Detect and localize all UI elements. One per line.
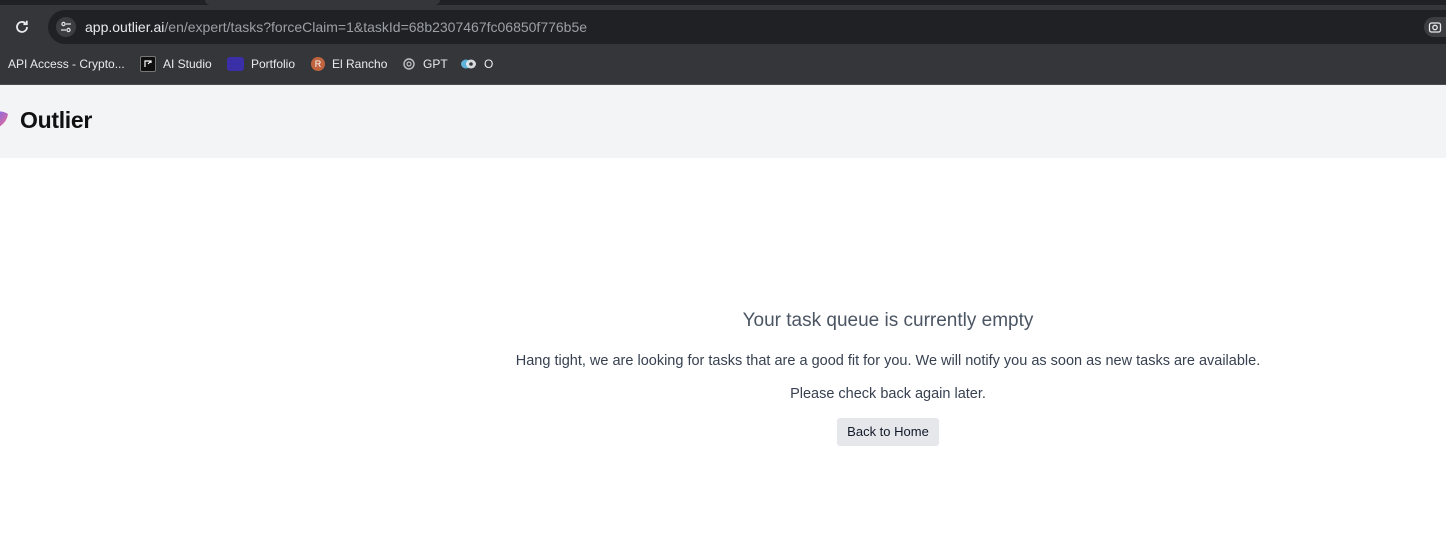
app-header (0, 85, 1446, 158)
bookmark-label: AI Studio (163, 57, 212, 71)
brand-name[interactable]: Outlier (20, 107, 92, 134)
address-bar[interactable]: app.outlier.ai/en/expert/tasks?forceClai… (48, 10, 1446, 44)
empty-task-queue: Your task queue is currently empty Hang … (480, 308, 1296, 446)
empty-state-hint: Please check back again later. (790, 386, 986, 402)
bookmark-api-access[interactable]: API Access - Crypto... (8, 55, 125, 73)
bookmark-portfolio[interactable]: Portfolio (227, 55, 295, 73)
active-tab[interactable] (205, 0, 440, 5)
url-text[interactable]: app.outlier.ai/en/expert/tasks?forceClai… (85, 18, 587, 36)
bookmark-label: Portfolio (251, 57, 296, 71)
bookmark-label: O (484, 57, 494, 71)
ai-studio-icon (140, 56, 156, 72)
bookmark-label: El Rancho (332, 57, 388, 71)
portfolio-icon (227, 57, 244, 71)
back-to-home-button[interactable]: Back to Home (837, 418, 939, 446)
tab-strip (0, 0, 1446, 5)
bookmark-o[interactable]: O (460, 55, 493, 73)
empty-state-message: Hang tight, we are looking for tasks tha… (515, 353, 1261, 369)
bookmark-ai-studio[interactable]: AI Studio (140, 55, 212, 73)
el-rancho-icon: R (311, 57, 325, 71)
openai-icon (402, 57, 416, 71)
bookmark-label: GPT (423, 57, 448, 71)
o-icon (460, 57, 477, 71)
outlier-logo-icon[interactable] (0, 110, 9, 128)
url-host: app.outlier.ai (85, 19, 165, 35)
bookmark-el-rancho[interactable]: R El Rancho (311, 55, 387, 73)
empty-state-title: Your task queue is currently empty (742, 310, 1034, 331)
screenshot-icon[interactable] (1424, 17, 1446, 37)
bookmarks-bar: API Access - Crypto... AI Studio Portfol… (0, 44, 1446, 85)
reload-icon[interactable] (12, 17, 32, 37)
site-settings-icon[interactable] (56, 17, 76, 37)
bookmark-gpt[interactable]: GPT (402, 55, 448, 73)
bookmark-label: API Access - Crypto... (8, 57, 125, 71)
url-path: /en/expert/tasks?forceClaim=1&taskId=68b… (164, 19, 588, 35)
